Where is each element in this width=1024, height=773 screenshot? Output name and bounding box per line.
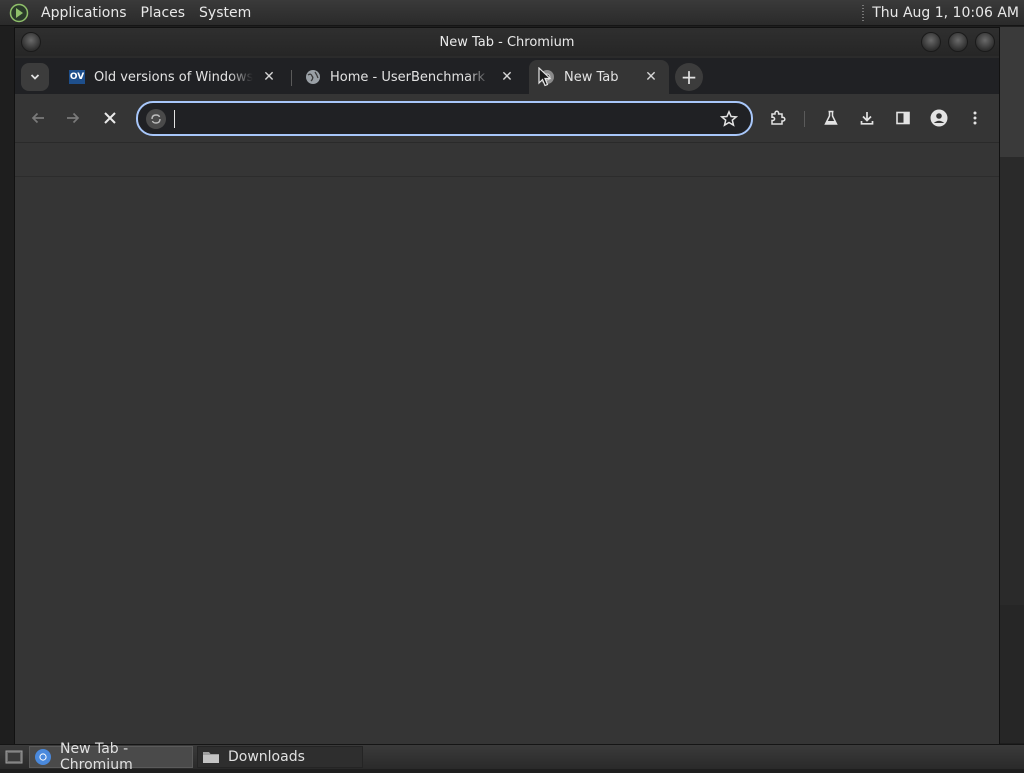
omnibox[interactable] bbox=[136, 101, 753, 136]
background-strip bbox=[999, 27, 1024, 157]
window-title: New Tab - Chromium bbox=[439, 34, 575, 50]
back-button[interactable] bbox=[24, 104, 52, 132]
minimize-button[interactable] bbox=[921, 32, 941, 52]
window-menu-button[interactable] bbox=[21, 32, 41, 52]
stop-button[interactable] bbox=[96, 104, 124, 132]
maximize-button[interactable] bbox=[948, 32, 968, 52]
taskbar-item-label: Downloads bbox=[228, 749, 305, 765]
ov-favicon-icon: OV bbox=[69, 70, 85, 84]
puzzle-icon bbox=[771, 110, 786, 125]
forward-button[interactable] bbox=[59, 104, 87, 132]
arrow-left-icon bbox=[31, 112, 44, 124]
labs-button[interactable] bbox=[817, 104, 845, 132]
globe-icon bbox=[305, 69, 321, 85]
close-window-button[interactable] bbox=[975, 32, 995, 52]
browser-window: New Tab - Chromium OV Old versions of Wi… bbox=[14, 27, 1000, 745]
menu-button[interactable] bbox=[961, 104, 989, 132]
more-vert-icon bbox=[973, 111, 977, 125]
taskbar-item-downloads[interactable]: Downloads bbox=[197, 746, 363, 768]
address-input[interactable] bbox=[172, 107, 712, 130]
folder-icon bbox=[202, 748, 220, 766]
chromium-icon bbox=[34, 748, 52, 766]
text-caret bbox=[174, 110, 175, 128]
show-desktop-icon[interactable] bbox=[3, 747, 25, 767]
menu-system[interactable]: System bbox=[192, 5, 258, 21]
bookmark-star-icon[interactable] bbox=[718, 108, 740, 130]
mouse-cursor-icon bbox=[538, 67, 552, 87]
close-tab-icon[interactable]: ✕ bbox=[259, 67, 279, 87]
side-panel-button[interactable] bbox=[889, 104, 917, 132]
close-tab-icon[interactable]: ✕ bbox=[641, 67, 661, 87]
site-info-icon[interactable] bbox=[146, 109, 166, 129]
menu-applications[interactable]: Applications bbox=[34, 5, 134, 21]
panel-separator bbox=[862, 4, 865, 21]
background-strip bbox=[999, 605, 1024, 743]
tab-search-button[interactable] bbox=[21, 63, 49, 91]
menu-places[interactable]: Places bbox=[134, 5, 193, 21]
taskbar-item-label: New Tab - Chromium bbox=[60, 741, 133, 773]
tab-title: New Tab bbox=[564, 69, 619, 85]
tab-title: Old versions of Windows, Mac bbox=[94, 69, 253, 85]
plus-icon: + bbox=[680, 65, 698, 89]
close-tab-icon[interactable]: ✕ bbox=[497, 67, 517, 87]
bookmark-bar bbox=[15, 143, 999, 176]
chevron-down-icon bbox=[30, 74, 40, 80]
browser-toolbar bbox=[15, 94, 999, 143]
clock[interactable]: Thu Aug 1, 10:06 AM bbox=[872, 5, 1024, 21]
extensions-button[interactable] bbox=[764, 104, 792, 132]
distro-logo-icon[interactable] bbox=[9, 3, 29, 23]
flask-icon bbox=[824, 110, 838, 125]
window-titlebar[interactable]: New Tab - Chromium bbox=[15, 28, 999, 56]
profile-button[interactable] bbox=[925, 104, 953, 132]
avatar-icon bbox=[930, 109, 948, 127]
side-panel-icon bbox=[896, 111, 910, 125]
tab-strip: OV Old versions of Windows, Mac ✕ Home -… bbox=[15, 58, 999, 94]
tab-title: Home - UserBenchmark bbox=[330, 69, 486, 85]
taskbar-item-chromium[interactable]: New Tab - Chromium bbox=[29, 741, 193, 773]
download-icon bbox=[860, 112, 874, 125]
downloads-button[interactable] bbox=[853, 104, 881, 132]
arrow-right-icon bbox=[67, 112, 80, 124]
tab-old-versions[interactable]: OV Old versions of Windows, Mac ✕ bbox=[59, 60, 287, 94]
page-content[interactable] bbox=[15, 176, 999, 745]
close-icon bbox=[104, 112, 116, 124]
taskbar: New Tab - Chromium Downloads bbox=[0, 741, 1024, 773]
tab-userbenchmark[interactable]: Home - UserBenchmark ✕ bbox=[295, 60, 525, 94]
top-panel: Applications Places System Thu Aug 1, 10… bbox=[0, 0, 1024, 26]
background-strip bbox=[999, 157, 1024, 605]
new-tab-button[interactable]: + bbox=[675, 63, 703, 91]
